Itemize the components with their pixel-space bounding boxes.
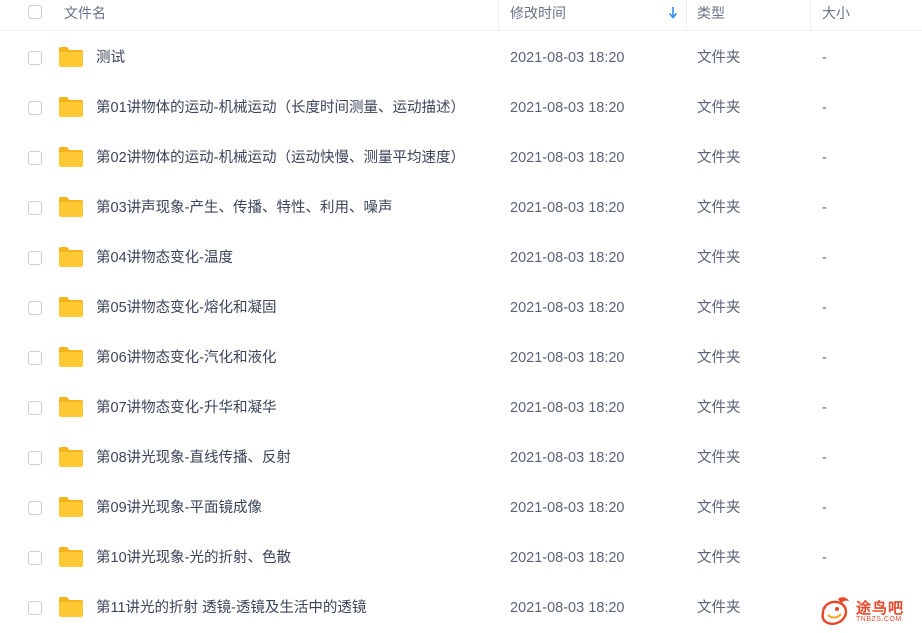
file-size: -	[822, 500, 827, 516]
file-modified-time: 2021-08-03 18:20	[510, 500, 625, 516]
file-name[interactable]: 第05讲物态变化-熔化和凝固	[96, 283, 276, 333]
file-type: 文件夹	[697, 500, 741, 516]
file-modified-time: 2021-08-03 18:20	[510, 250, 625, 266]
file-row[interactable]: 第02讲物体的运动-机械运动（运动快慢、测量平均速度） 2021-08-03 18…	[0, 133, 922, 183]
file-row[interactable]: 第10讲光现象-光的折射、色散 2021-08-03 18:20 文件夹 -	[0, 533, 922, 583]
column-divider[interactable]	[686, 0, 687, 30]
file-type: 文件夹	[697, 550, 741, 566]
file-size: -	[822, 350, 827, 366]
file-row[interactable]: 第04讲物态变化-温度 2021-08-03 18:20 文件夹 -	[0, 233, 922, 283]
file-modified-time: 2021-08-03 18:20	[510, 450, 625, 466]
row-checkbox[interactable]	[28, 401, 42, 415]
folder-icon[interactable]	[58, 546, 84, 568]
column-divider[interactable]	[810, 0, 811, 30]
bird-logo-icon	[821, 597, 849, 625]
file-row[interactable]: 第09讲光现象-平面镜成像 2021-08-03 18:20 文件夹 -	[0, 483, 922, 533]
file-size: -	[822, 400, 827, 416]
file-size: -	[822, 50, 827, 66]
watermark-text: 途鸟吧	[856, 600, 905, 617]
file-modified-time: 2021-08-03 18:20	[510, 300, 625, 316]
folder-icon[interactable]	[58, 246, 84, 268]
column-header-size[interactable]: 大小	[822, 0, 850, 30]
row-checkbox[interactable]	[28, 601, 42, 615]
file-modified-time: 2021-08-03 18:20	[510, 200, 625, 216]
row-checkbox[interactable]	[28, 451, 42, 465]
file-row[interactable]: 第11讲光的折射 透镜-透镜及生活中的透镜 2021-08-03 18:20 文件夹…	[0, 583, 922, 633]
row-checkbox[interactable]	[28, 351, 42, 365]
file-list-header: 文件名 修改时间 类型 大小	[0, 0, 922, 31]
file-modified-time: 2021-08-03 18:20	[510, 550, 625, 566]
file-row[interactable]: 测试 2021-08-03 18:20 文件夹 -	[0, 33, 922, 83]
file-row[interactable]: 第07讲物态变化-升华和凝华 2021-08-03 18:20 文件夹 -	[0, 383, 922, 433]
file-name[interactable]: 第07讲物态变化-升华和凝华	[96, 383, 276, 433]
file-row[interactable]: 第03讲声现象-产生、传播、特性、利用、噪声 2021-08-03 18:20 文件…	[0, 183, 922, 233]
row-checkbox[interactable]	[28, 201, 42, 215]
file-size: -	[822, 550, 827, 566]
column-header-type[interactable]: 类型	[697, 0, 725, 30]
file-size: -	[822, 250, 827, 266]
watermark-subtext: TNBZS.COM	[856, 616, 902, 623]
file-size: -	[822, 450, 827, 466]
select-all-checkbox[interactable]	[28, 5, 42, 19]
file-modified-time: 2021-08-03 18:20	[510, 50, 625, 66]
watermark-logo: 途鸟吧 TNBZS.COM	[818, 594, 918, 630]
file-name[interactable]: 第08讲光现象-直线传播、反射	[96, 433, 291, 483]
file-modified-time: 2021-08-03 18:20	[510, 150, 625, 166]
folder-icon[interactable]	[58, 146, 84, 168]
folder-icon[interactable]	[58, 96, 84, 118]
file-row[interactable]: 第05讲物态变化-熔化和凝固 2021-08-03 18:20 文件夹 -	[0, 283, 922, 333]
file-type: 文件夹	[697, 250, 741, 266]
row-checkbox[interactable]	[28, 251, 42, 265]
row-checkbox[interactable]	[28, 501, 42, 515]
file-size: -	[822, 300, 827, 316]
column-header-modified-time[interactable]: 修改时间	[510, 0, 566, 30]
file-name[interactable]: 第03讲声现象-产生、传播、特性、利用、噪声	[96, 183, 392, 233]
file-size: -	[822, 100, 827, 116]
file-type: 文件夹	[697, 600, 741, 616]
row-checkbox[interactable]	[28, 151, 42, 165]
file-type: 文件夹	[697, 100, 741, 116]
file-row[interactable]: 第01讲物体的运动-机械运动（长度时间测量、运动描述） 2021-08-03 18…	[0, 83, 922, 133]
file-type: 文件夹	[697, 300, 741, 316]
file-modified-time: 2021-08-03 18:20	[510, 400, 625, 416]
file-type: 文件夹	[697, 200, 741, 216]
file-modified-time: 2021-08-03 18:20	[510, 350, 625, 366]
row-checkbox[interactable]	[28, 551, 42, 565]
file-row[interactable]: 第08讲光现象-直线传播、反射 2021-08-03 18:20 文件夹 -	[0, 433, 922, 483]
folder-icon[interactable]	[58, 296, 84, 318]
folder-icon[interactable]	[58, 346, 84, 368]
row-checkbox[interactable]	[28, 301, 42, 315]
file-name[interactable]: 第02讲物体的运动-机械运动（运动快慢、测量平均速度）	[96, 133, 465, 183]
file-type: 文件夹	[697, 450, 741, 466]
file-name[interactable]: 第11讲光的折射 透镜-透镜及生活中的透镜	[96, 583, 366, 633]
folder-icon[interactable]	[58, 46, 84, 68]
folder-icon[interactable]	[58, 446, 84, 468]
column-divider[interactable]	[498, 0, 499, 30]
file-name[interactable]: 第04讲物态变化-温度	[96, 233, 233, 283]
sort-descending-arrow-icon[interactable]	[667, 5, 679, 21]
file-name[interactable]: 第10讲光现象-光的折射、色散	[96, 533, 291, 583]
folder-icon[interactable]	[58, 396, 84, 418]
file-name[interactable]: 测试	[96, 33, 125, 83]
file-type: 文件夹	[697, 150, 741, 166]
column-header-name[interactable]: 文件名	[64, 0, 106, 30]
file-name[interactable]: 第06讲物态变化-汽化和液化	[96, 333, 276, 383]
row-checkbox[interactable]	[28, 101, 42, 115]
file-size: -	[822, 200, 827, 216]
row-checkbox[interactable]	[28, 51, 42, 65]
folder-icon[interactable]	[58, 596, 84, 618]
file-type: 文件夹	[697, 400, 741, 416]
file-size: -	[822, 150, 827, 166]
file-name[interactable]: 第01讲物体的运动-机械运动（长度时间测量、运动描述）	[96, 83, 465, 133]
file-name[interactable]: 第09讲光现象-平面镜成像	[96, 483, 262, 533]
file-modified-time: 2021-08-03 18:20	[510, 600, 625, 616]
file-list-view: 文件名 修改时间 类型 大小 测试 2021-08-03 18:20 文件夹 - 第01…	[0, 0, 922, 633]
folder-icon[interactable]	[58, 496, 84, 518]
file-row[interactable]: 第06讲物态变化-汽化和液化 2021-08-03 18:20 文件夹 -	[0, 333, 922, 383]
file-type: 文件夹	[697, 350, 741, 366]
file-modified-time: 2021-08-03 18:20	[510, 100, 625, 116]
folder-icon[interactable]	[58, 196, 84, 218]
file-type: 文件夹	[697, 50, 741, 66]
